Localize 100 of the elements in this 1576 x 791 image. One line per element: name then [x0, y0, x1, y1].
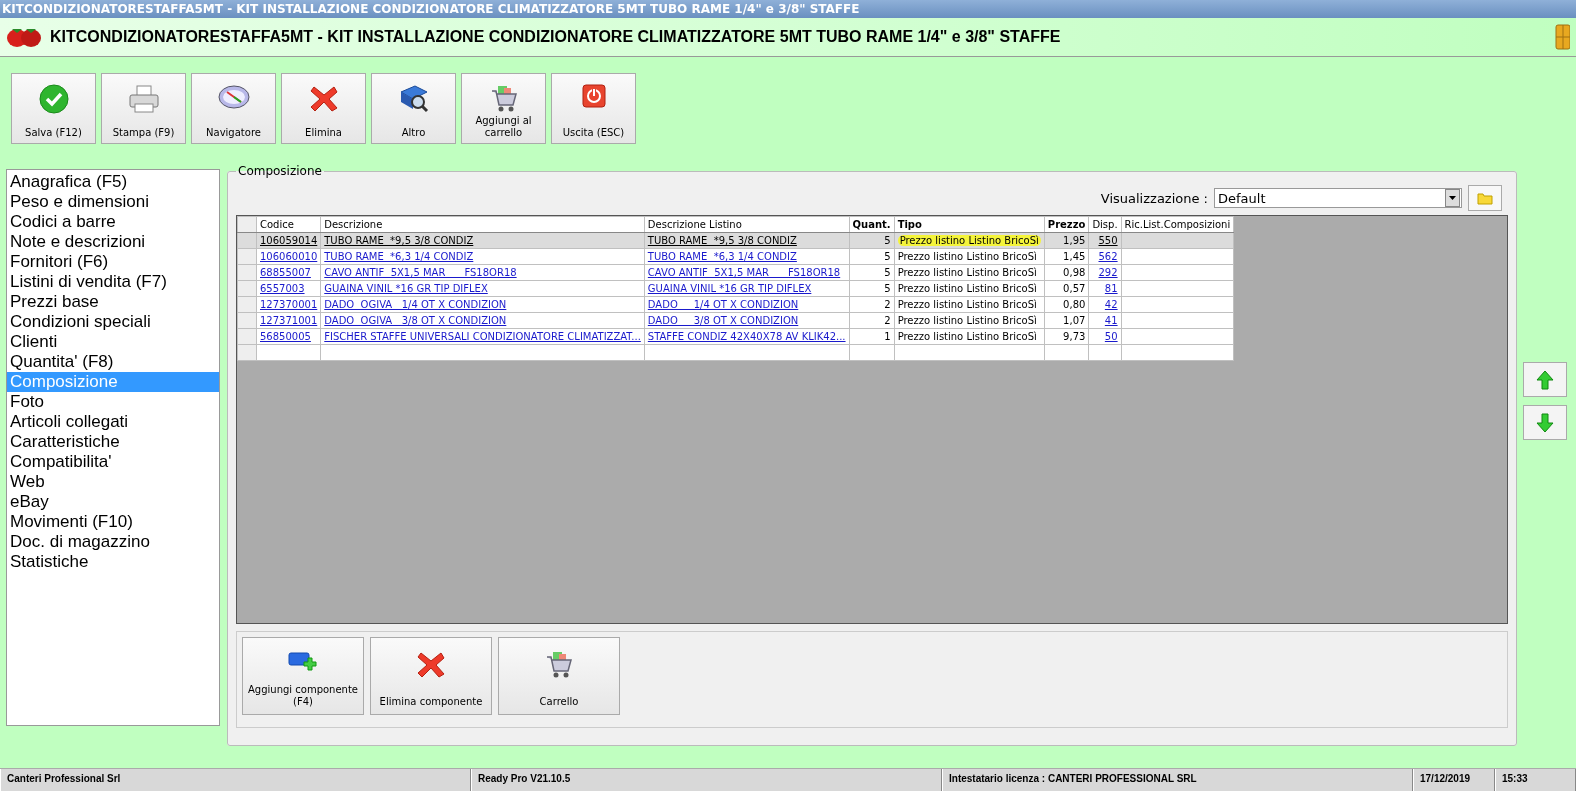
table-cell: Prezzo listino Listino BricoSì — [894, 264, 1045, 281]
compass-icon — [217, 84, 250, 110]
table-link[interactable]: 106060010 — [256, 248, 321, 265]
sidebar-item[interactable]: Quantita' (F8) — [7, 352, 219, 372]
table-cell: 0,98 — [1044, 264, 1089, 281]
status-text: 15:33 — [1495, 769, 1576, 791]
component-button[interactable]: Carrello — [498, 637, 620, 715]
highlighted-text: Prezzo listino Listino BricoSì — [897, 235, 1041, 246]
table-link[interactable]: 41 — [1088, 312, 1122, 329]
column-header[interactable]: Descrizione Listino — [644, 216, 850, 233]
boxes-icon — [1554, 23, 1570, 51]
table-link[interactable]: DADO OGIVA 3/8 OT X CONDIZION — [320, 312, 645, 329]
dropdown-caret-icon — [1449, 196, 1456, 200]
table-link[interactable]: DADO 1/4 OT X CONDIZION — [644, 296, 850, 313]
table-link[interactable]: 50 — [1088, 328, 1122, 345]
sidebar-item[interactable]: Movimenti (F10) — [7, 512, 219, 532]
table-cell: 5 — [849, 280, 895, 297]
folder-icon — [1477, 191, 1493, 205]
column-header[interactable]: Prezzo — [1044, 216, 1089, 233]
sidebar-item[interactable]: Codici a barre — [7, 212, 219, 232]
table-link[interactable]: 562 — [1088, 248, 1122, 265]
power-icon — [581, 84, 606, 108]
toolbar-button[interactable]: Aggiungi al carrello — [461, 73, 546, 144]
add-component-icon — [288, 650, 318, 674]
sidebar-item[interactable]: Prezzi base — [7, 292, 219, 312]
move-down-button[interactable] — [1523, 405, 1567, 440]
status-text: 17/12/2019 — [1413, 769, 1495, 791]
table-link[interactable]: CAVO ANTIF 5X1,5 MAR FS18OR18 — [644, 264, 850, 281]
shopping-cart-icon — [544, 650, 574, 680]
column-header[interactable]: Codice — [256, 216, 321, 233]
toolbar-button[interactable]: Stampa (F9) — [101, 73, 186, 144]
toolbar-button[interactable]: Altro — [371, 73, 456, 144]
table-cell: 0,57 — [1044, 280, 1089, 297]
table-cell: 5 — [849, 248, 895, 265]
table-link[interactable]: DADO 3/8 OT X CONDIZION — [644, 312, 850, 329]
component-button[interactable]: Aggiungi componente (F4) — [242, 637, 364, 715]
table-link[interactable]: CAVO ANTIF 5X1,5 MAR FS18OR18 — [320, 264, 645, 281]
sidebar-item[interactable]: Condizioni speciali — [7, 312, 219, 332]
sidebar-item[interactable]: Note e descrizioni — [7, 232, 219, 252]
toolbar-button[interactable]: Navigatore — [191, 73, 276, 144]
sidebar-item[interactable]: Articoli collegati — [7, 412, 219, 432]
table-link[interactable]: 81 — [1088, 280, 1122, 297]
table-link[interactable]: 68855007 — [256, 264, 321, 281]
table-cell: Prezzo listino Listino BricoSì — [894, 296, 1045, 313]
table-cell: 1,07 — [1044, 312, 1089, 329]
sidebar-item[interactable]: Listini di vendita (F7) — [7, 272, 219, 292]
table-link[interactable]: 127370001 — [256, 296, 321, 313]
sidebar-item[interactable]: Fornitori (F6) — [7, 252, 219, 272]
table-link[interactable]: 292 — [1088, 264, 1122, 281]
sidebar-item[interactable]: Anagrafica (F5) — [7, 172, 219, 192]
sidebar-item[interactable]: Statistiche — [7, 552, 219, 572]
status-text: Ready Pro V21.10.5 — [471, 769, 942, 791]
cross-icon — [416, 650, 446, 680]
sidebar-item[interactable]: Web — [7, 472, 219, 492]
table-link[interactable]: 56850005 — [256, 328, 321, 345]
sidebar-item[interactable]: eBay — [7, 492, 219, 512]
table-cell: Prezzo listino Listino BricoSì — [894, 280, 1045, 297]
sidebar-item[interactable]: Peso e dimensioni — [7, 192, 219, 212]
table-link[interactable]: STAFFE CONDIZ 42X40X78 AV KLIK42... — [644, 328, 850, 345]
table-link[interactable]: FISCHER STAFFE UNIVERSALI CONDIZIONATORE CLIMATIZZAT... — [320, 328, 645, 345]
table-link[interactable]: DADO OGIVA 1/4 OT X CONDIZION — [320, 296, 645, 313]
sidebar-item[interactable]: Clienti — [7, 332, 219, 352]
up-arrow-icon — [1536, 369, 1554, 390]
sidebar-item[interactable]: Doc. di magazzino — [7, 532, 219, 552]
panel-title: Composizione — [237, 164, 323, 178]
column-header[interactable]: Descrizione — [320, 216, 645, 233]
toolbar-button[interactable]: Elimina — [281, 73, 366, 144]
table-link[interactable]: 6557003 — [256, 280, 321, 297]
table-link[interactable]: TUBO RAME *6,3 1/4 CONDIZ — [644, 248, 850, 265]
move-up-button[interactable] — [1523, 362, 1567, 397]
table-link[interactable]: GUAINA VINIL *16 GR TIP DIFLEX — [644, 280, 850, 297]
sidebar-item[interactable]: Foto — [7, 392, 219, 412]
table-cell: Prezzo listino Listino BricoSì — [894, 328, 1045, 345]
checkmark-icon — [38, 84, 69, 114]
column-header[interactable]: Quant. — [849, 216, 895, 233]
table-link[interactable]: 42 — [1088, 296, 1122, 313]
view-dropdown[interactable]: Default — [1214, 188, 1462, 208]
folder-button[interactable] — [1468, 185, 1502, 211]
cross-icon — [308, 84, 339, 114]
column-header[interactable]: Tipo — [894, 216, 1045, 233]
view-label: Visualizzazione : — [1100, 190, 1208, 206]
table-link[interactable]: TUBO RAME *6,3 1/4 CONDIZ — [320, 248, 645, 265]
table-cell: 1 — [849, 328, 895, 345]
table-cell: 5 — [849, 264, 895, 281]
sidebar-item[interactable]: Compatibilita' — [7, 452, 219, 472]
table-cell: Prezzo listino Listino BricoSì — [894, 312, 1045, 329]
component-button[interactable]: Elimina componente — [370, 637, 492, 715]
column-header[interactable]: Ric.List.Composizioni — [1121, 216, 1234, 233]
toolbar-button[interactable]: Salva (F12) — [11, 73, 96, 144]
column-header[interactable]: Disp. — [1088, 216, 1122, 233]
table-cell: 2 — [849, 296, 895, 313]
toolbar-button[interactable]: Uscita (ESC) — [551, 73, 636, 144]
table-cell: 9,73 — [1044, 328, 1089, 345]
table-cell: 1,45 — [1044, 248, 1089, 265]
table-cell: 2 — [849, 312, 895, 329]
table-cell: 0,80 — [1044, 296, 1089, 313]
sidebar-item[interactable]: Caratteristiche — [7, 432, 219, 452]
down-arrow-icon — [1536, 412, 1554, 433]
table-link[interactable]: 127371001 — [256, 312, 321, 329]
table-link[interactable]: GUAINA VINIL *16 GR TIP DIFLEX — [320, 280, 645, 297]
